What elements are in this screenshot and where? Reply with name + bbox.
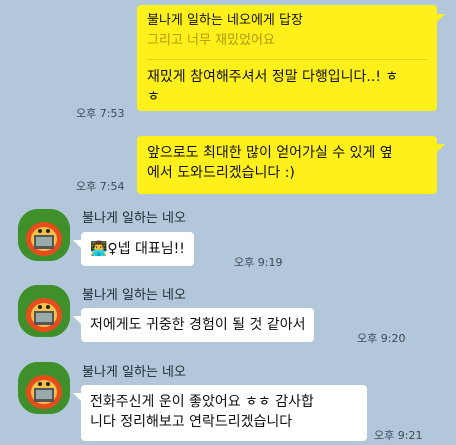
- their-message-bubble[interactable]: 👨‍💻♀넵 대표님!!: [81, 232, 194, 266]
- message-time: 오후 7:53: [76, 107, 125, 120]
- neo-avatar-icon[interactable]: [18, 362, 70, 414]
- message-time: 오후 9:19: [234, 256, 283, 269]
- message-text-line: 에서 도와드리겠습니다 :): [147, 165, 295, 181]
- message-text-line: 니다 정리해보고 연락드리겠습니다: [90, 414, 293, 430]
- sender-name: 불나게 일하는 네오: [82, 288, 186, 303]
- message-text-line: ㅎ: [147, 89, 160, 105]
- their-message-bubble[interactable]: 전화주신게 운이 좋았어요 ㅎㅎ 감사합 니다 정리해보고 연락드리겠습니다: [81, 385, 367, 441]
- bubble-tail: [437, 14, 445, 22]
- message-time: 오후 7:54: [76, 180, 125, 193]
- reply-divider: [147, 59, 427, 60]
- message-text-line: 저에게도 귀중한 경험이 될 것 같아서: [90, 317, 306, 333]
- bubble-tail: [73, 393, 81, 401]
- sender-name: 불나게 일하는 네오: [82, 211, 186, 226]
- message-time: 오후 9:21: [374, 429, 423, 442]
- message-text-line: 재밌게 참여해주셔서 정말 다행입니다..! ㅎ: [147, 69, 399, 85]
- bubble-tail: [437, 144, 445, 152]
- my-message-reply-bubble[interactable]: 불나게 일하는 네오에게 답장 그리고 너무 재밌었어요 재밌게 참여해주셔서 …: [137, 5, 437, 111]
- their-message-bubble[interactable]: 저에게도 귀중한 경험이 될 것 같아서: [81, 308, 315, 342]
- neo-avatar-icon[interactable]: [18, 285, 70, 337]
- message-text-line: 앞으로도 최대한 많이 얻어가실 수 있게 옆: [147, 145, 393, 161]
- neo-avatar-icon[interactable]: [18, 209, 70, 261]
- bubble-tail: [73, 316, 81, 324]
- reply-header: 불나게 일하는 네오에게 답장: [147, 13, 303, 28]
- my-message-bubble[interactable]: 앞으로도 최대한 많이 얻어가실 수 있게 옆 에서 도와드리겠습니다 :): [137, 136, 437, 194]
- reply-quote: 그리고 너무 재밌었어요: [147, 33, 275, 48]
- sender-name: 불나게 일하는 네오: [82, 365, 186, 380]
- bubble-tail: [73, 240, 81, 248]
- message-text-line: 전화주신게 운이 좋았어요 ㅎㅎ 감사합: [90, 394, 314, 410]
- message-time: 오후 9:20: [357, 332, 406, 345]
- message-text-line: 👨‍💻♀넵 대표님!!: [90, 241, 185, 257]
